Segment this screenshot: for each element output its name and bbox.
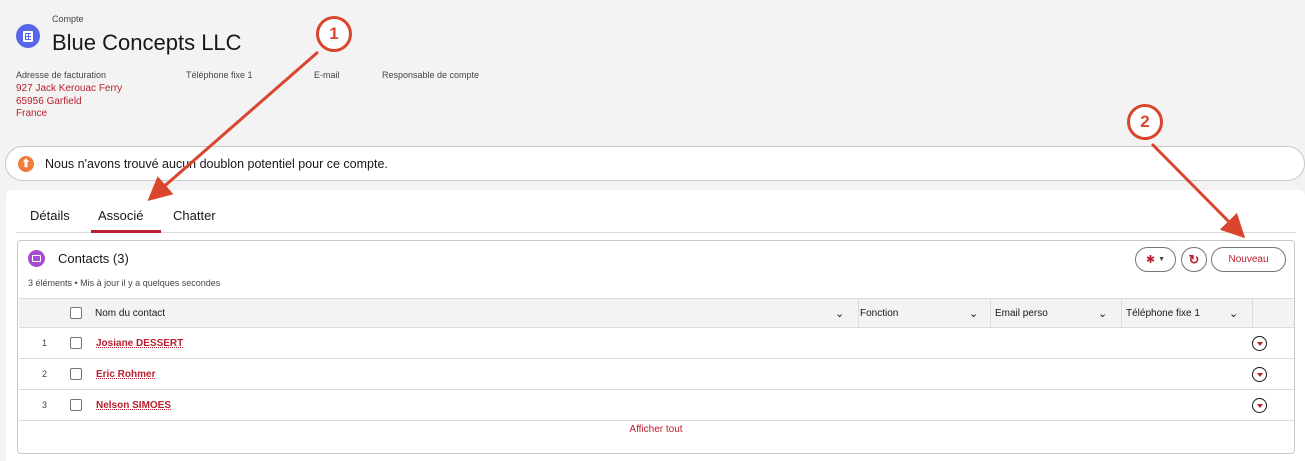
refresh-icon: ↻	[1188, 251, 1200, 267]
address-line: 927 Jack Kerouac Ferry	[16, 83, 123, 94]
billing-address-label: Adresse de facturation	[16, 70, 107, 80]
column-divider	[858, 299, 859, 327]
record-tabs: Détails Associé Chatter	[16, 190, 1296, 233]
duplicate-banner: ⬆ Nous n'avons trouvé aucun doublon pote…	[5, 146, 1305, 181]
main-content: Détails Associé Chatter Contacts (3) 3 é…	[6, 190, 1305, 461]
row-actions-button[interactable]	[1252, 336, 1267, 351]
chevron-down-icon[interactable]: ⌄	[969, 307, 978, 320]
contact-name-link[interactable]: Josiane DESSERT	[96, 338, 183, 349]
contact-name-link[interactable]: Eric Rohmer	[96, 369, 155, 380]
table-header: Nom du contact ⌄ Fonction ⌄ Email perso …	[19, 298, 1294, 328]
row-checkbox[interactable]	[70, 368, 82, 380]
column-divider	[1252, 299, 1253, 327]
contact-icon	[28, 250, 45, 267]
address-line: France	[16, 108, 48, 119]
gear-icon: ✱	[1145, 254, 1156, 266]
row-number: 1	[42, 338, 48, 348]
account-name: Blue Concepts LLC	[52, 30, 242, 55]
contact-name-link[interactable]: Nelson SIMOES	[96, 400, 171, 411]
object-type-label: Compte	[52, 14, 84, 24]
column-header-phone[interactable]: Téléphone fixe 1	[1126, 308, 1200, 319]
chevron-down-icon[interactable]: ⌄	[1229, 307, 1238, 320]
chevron-down-icon[interactable]: ⌄	[835, 307, 844, 320]
refresh-button[interactable]: ↻	[1181, 247, 1207, 272]
tab-chatter[interactable]: Chatter	[173, 208, 216, 223]
row-actions-button[interactable]	[1252, 367, 1267, 382]
tab-related[interactable]: Associé	[98, 208, 144, 223]
column-header-name[interactable]: Nom du contact	[95, 308, 165, 319]
related-list-subtitle: 3 éléments • Mis à jour il y a quelques …	[28, 278, 221, 288]
column-divider	[990, 299, 991, 327]
column-divider	[1121, 299, 1122, 327]
table-row: 2 Eric Rohmer	[19, 359, 1294, 390]
tab-details[interactable]: Détails	[30, 208, 70, 223]
new-contact-button[interactable]: Nouveau	[1211, 247, 1286, 272]
row-number: 2	[42, 369, 48, 379]
billing-address-link[interactable]: 927 Jack Kerouac Ferry 65956 Garfield Fr…	[16, 83, 122, 121]
address-line: 65956 Garfield	[16, 95, 82, 107]
active-tab-indicator	[91, 230, 161, 233]
account-owner-label: Responsable de compte	[382, 70, 480, 80]
table-row: 1 Josiane DESSERT	[19, 328, 1294, 359]
contacts-related-list: Contacts (3) 3 éléments • Mis à jour il …	[17, 240, 1295, 454]
select-all-checkbox[interactable]	[70, 307, 82, 319]
related-list-title[interactable]: Contacts (3)	[58, 251, 129, 266]
chevron-down-icon: ▼	[1158, 256, 1166, 263]
table-row: 3 Nelson SIMOES	[19, 390, 1294, 421]
row-number: 3	[42, 400, 48, 410]
row-actions-button[interactable]	[1252, 398, 1267, 413]
row-checkbox[interactable]	[70, 399, 82, 411]
show-all-link[interactable]: Afficher tout	[18, 424, 1294, 435]
duplicate-warning-icon: ⬆	[18, 156, 34, 172]
column-header-function[interactable]: Fonction	[860, 308, 898, 319]
column-header-email[interactable]: Email perso	[995, 308, 1048, 319]
row-checkbox[interactable]	[70, 337, 82, 349]
record-header: Compte Blue Concepts LLC Adresse de fact…	[0, 0, 1305, 140]
phone-label: Téléphone fixe 1	[186, 70, 253, 80]
annotation-callout-1: 1	[316, 16, 352, 52]
chevron-down-icon[interactable]: ⌄	[1098, 307, 1107, 320]
email-label: E-mail	[314, 70, 340, 80]
annotation-callout-2: 2	[1127, 104, 1163, 140]
account-icon	[16, 24, 40, 48]
list-settings-button[interactable]: ✱ ▼	[1135, 247, 1176, 272]
duplicate-banner-text: Nous n'avons trouvé aucun doublon potent…	[45, 157, 388, 171]
